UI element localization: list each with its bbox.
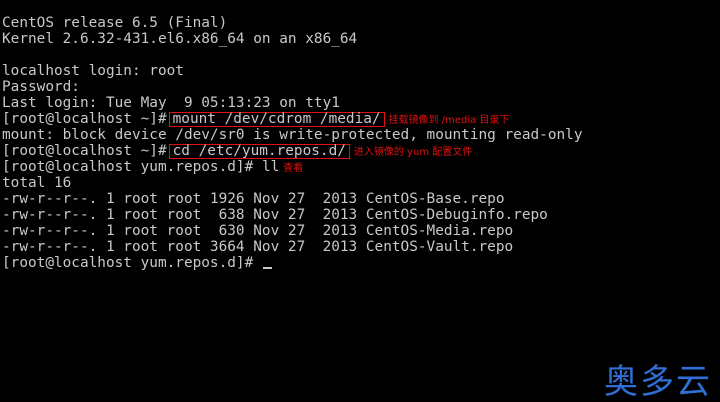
file-listing-row: -rw-r--r--. 1 root root 1926 Nov 27 2013…: [2, 191, 505, 207]
current-prompt-line[interactable]: [root@localhost yum.repos.d]#: [2, 255, 272, 271]
shell-prompt: [root@localhost ~]#: [2, 111, 167, 127]
ll-command: ll: [261, 159, 280, 175]
mount-annotation: 挂载镜像到 /media 目录下: [388, 115, 510, 126]
ll-command-line: [root@localhost yum.repos.d]# ll 查看: [2, 159, 303, 175]
cd-annotation: 进入镜像的 yum 配置文件: [353, 147, 473, 158]
file-listing-row: -rw-r--r--. 1 root root 638 Nov 27 2013 …: [2, 207, 548, 223]
total-line: total 16: [2, 175, 72, 191]
cd-command-highlight: cd /etc/yum.repos.d/: [168, 144, 350, 159]
password-line: Password:: [2, 79, 80, 95]
text-cursor: [262, 267, 272, 269]
mount-command-highlight: mount /dev/cdrom /media/: [168, 112, 385, 127]
shell-prompt: [root@localhost ~]#: [2, 143, 167, 159]
watermark-logo: 奥多云: [604, 362, 712, 402]
terminal-console[interactable]: CentOS release 6.5 (Final) Kernel 2.6.32…: [0, 0, 720, 400]
mount-warning-line: mount: block device /dev/sr0 is write-pr…: [2, 127, 583, 143]
file-listing-row: -rw-r--r--. 1 root root 630 Nov 27 2013 …: [2, 223, 514, 239]
ll-annotation: 查看: [283, 163, 304, 174]
login-line: localhost login: root: [2, 63, 184, 79]
last-login-line: Last login: Tue May 9 05:13:23 on tty1: [2, 95, 340, 111]
file-listing-row: -rw-r--r--. 1 root root 3664 Nov 27 2013…: [2, 239, 514, 255]
kernel-line: Kernel 2.6.32-431.el6.x86_64 on an x86_6…: [2, 31, 358, 47]
shell-prompt: [root@localhost yum.repos.d]#: [2, 255, 254, 271]
release-line: CentOS release 6.5 (Final): [2, 15, 228, 31]
shell-prompt: [root@localhost yum.repos.d]#: [2, 159, 254, 175]
cd-command-line: [root@localhost ~]# cd /etc/yum.repos.d/进…: [2, 143, 472, 159]
mount-command-line: [root@localhost ~]# mount /dev/cdrom /med…: [2, 111, 509, 127]
